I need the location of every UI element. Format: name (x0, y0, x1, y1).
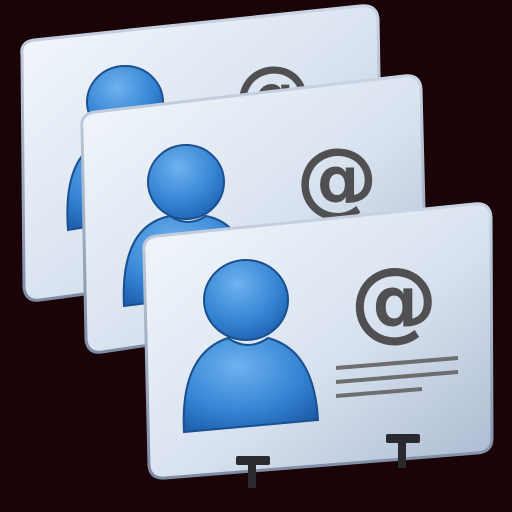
front-card-at-glyph: @ (350, 248, 438, 351)
middle-card-at-glyph: @ (296, 131, 378, 226)
contact-cards-icon-stage: @ @ @ (0, 0, 512, 512)
front-card: @ (142, 202, 494, 488)
contact-cards-stack-icon: @ @ @ (20, 4, 494, 488)
